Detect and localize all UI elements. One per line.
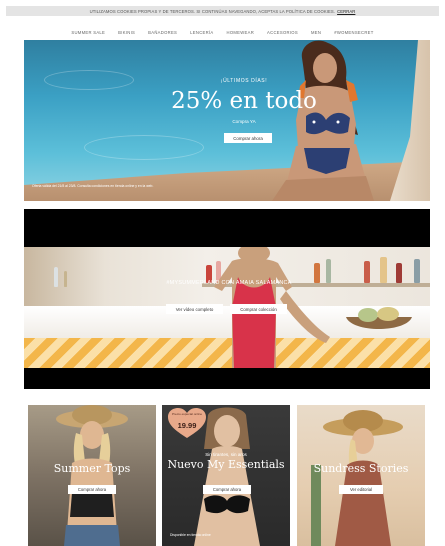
hero-legal-text: Oferta válida del 21/8 al 23/8. Consulta… [32,184,154,188]
sundress-stories-title: Sundress Stories [313,462,409,475]
my-essentials-title: Nuevo My Essentials [167,458,285,471]
my-essentials-shop-button[interactable]: Comprar ahora [203,485,251,494]
card-summer-tops[interactable]: Summer Tops Comprar ahora [28,405,156,546]
nav-item-homewear[interactable]: HOMEWEAR [227,30,255,35]
bottle-image [54,267,58,287]
nav-item-banadores[interactable]: BAÑADORES [148,30,177,35]
shop-collection-button[interactable]: Comprar colección [230,304,287,314]
bottle-image [380,257,387,283]
page: UTILIZAMOS COOKIES PROPIAS Y DE TERCEROS… [0,0,445,546]
card-sundress-stories[interactable]: Sundress Stories Ver editorial [297,405,425,546]
my-essentials-small-text: Disponible en tienda online [170,533,211,537]
nav-item-womensecret[interactable]: #WOMENSECRET [334,30,373,35]
video-tag-title: #MYSUMMERLAND CON AMAIA SALAMANCA [166,280,292,286]
bottle-image [396,263,402,283]
sundress-model-image [311,410,403,546]
fruit-bowl-image [346,307,412,329]
cookie-close-link[interactable]: CERRAR [337,9,355,14]
pool-ripple [84,135,204,160]
nav-item-lenceria[interactable]: LENCERÍA [190,30,213,35]
bottle-image [64,271,67,287]
hero-banner[interactable]: ¡ÚLTIMOS DÍAS! 25% en todo Compra YA Com… [24,40,430,201]
hero-subtitle: Compra YA [232,119,256,124]
watch-video-button[interactable]: Ver vídeo completo [166,304,223,314]
bottle-image [364,261,370,283]
summer-tops-shop-button[interactable]: Comprar ahora [68,485,116,494]
my-essentials-kicker: Sin tirantes, sin aros [205,452,247,457]
sundress-editorial-button[interactable]: Ver editorial [339,485,383,494]
nav-item-men[interactable]: MEN [311,30,321,35]
price-badge-label: Precio especial online [171,412,203,416]
hero-headline: 25% en todo [171,88,317,114]
hero-eyebrow: ¡ÚLTIMOS DÍAS! [220,78,268,84]
nav-item-accesorios[interactable]: ACCESORIOS [267,30,298,35]
cookie-bar: UTILIZAMOS COOKIES PROPIAS Y DE TERCEROS… [6,6,439,16]
summer-tops-title: Summer Tops [53,462,131,475]
summer-tops-model-image [56,405,128,546]
main-nav: SUMMER SALE BIKINIS BAÑADORES LENCERÍA H… [0,27,445,37]
nav-item-bikinis[interactable]: BIKINIS [118,30,135,35]
kitchen-scene-image [24,247,430,368]
cookie-text: UTILIZAMOS COOKIES PROPIAS Y DE TERCEROS… [89,8,336,14]
price-badge-amount: 19.99 [177,421,197,430]
nav-item-summer-sale[interactable]: SUMMER SALE [71,30,105,35]
price-badge-content: Precio especial online 19.99 [168,408,206,438]
card-my-essentials[interactable]: Precio especial online 19.99 Sin tirante… [162,405,290,546]
hero-shop-button[interactable]: Comprar ahora [224,133,272,143]
pool-ripple [44,70,134,90]
video-banner[interactable]: #MYSUMMERLAND CON AMAIA SALAMANCA Ver ví… [24,209,430,389]
bottle-image [414,259,420,283]
